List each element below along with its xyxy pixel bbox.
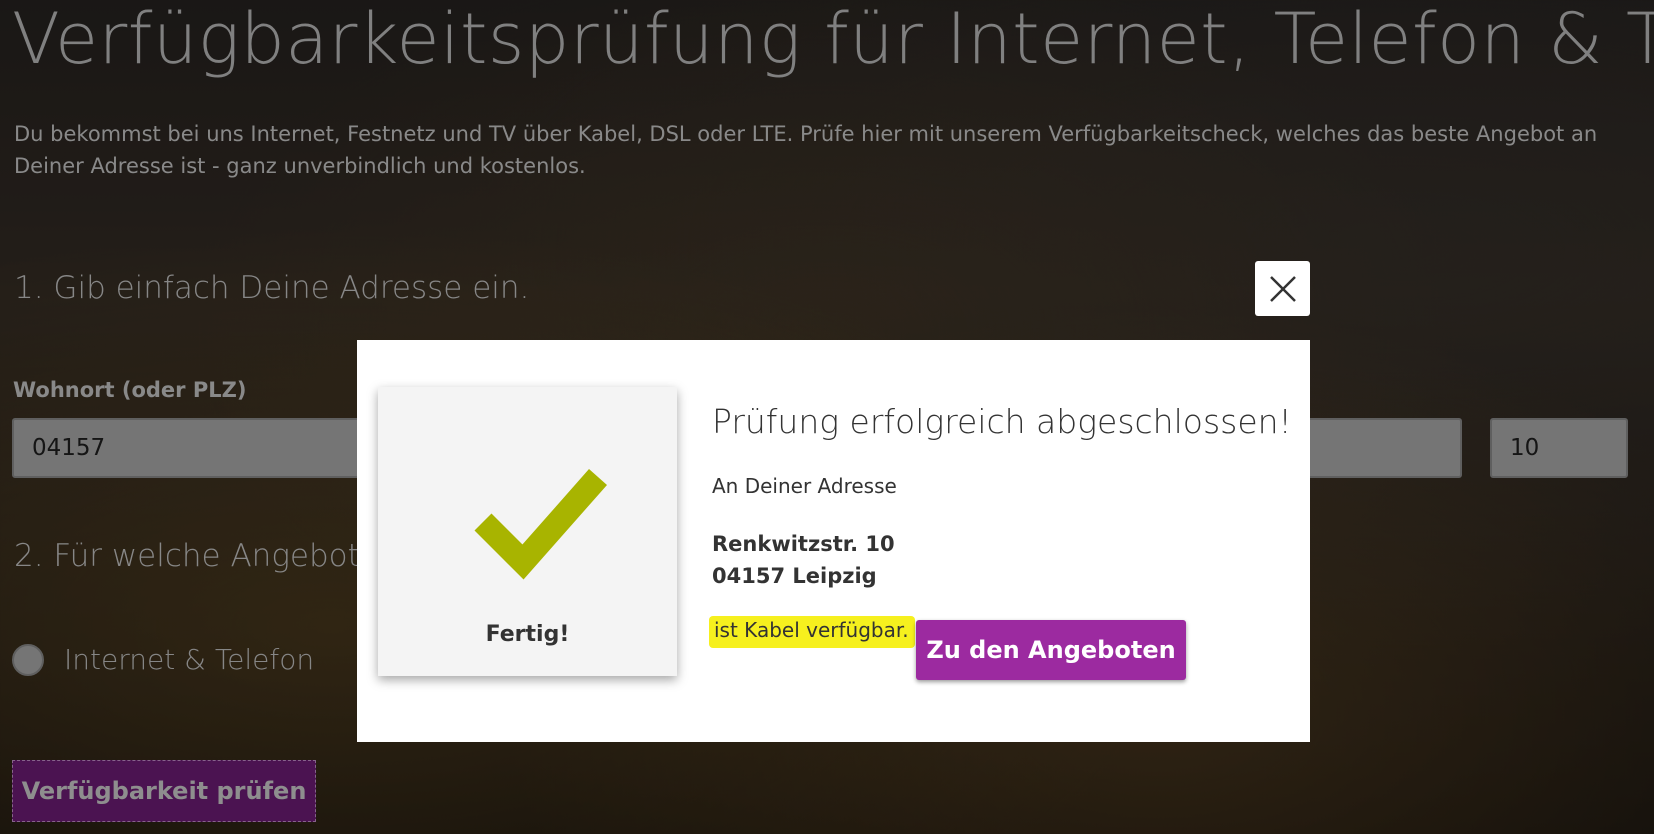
address-street: Renkwitzstr. 10	[712, 532, 895, 556]
status-label: Fertig!	[485, 622, 570, 647]
status-card: Fertig!	[378, 387, 677, 676]
availability-text: ist Kabel verfügbar.	[709, 616, 915, 648]
checkmark-icon	[474, 469, 607, 580]
close-icon	[1269, 275, 1296, 302]
close-button[interactable]	[1255, 261, 1310, 316]
address-intro: An Deiner Adresse	[712, 474, 897, 498]
result-modal: Fertig! Prüfung erfolgreich abgeschlosse…	[357, 340, 1310, 742]
to-offers-button[interactable]: Zu den Angeboten	[916, 620, 1186, 680]
result-title: Prüfung erfolgreich abgeschlossen!	[712, 402, 1292, 441]
address-city: 04157 Leipzig	[712, 564, 877, 588]
